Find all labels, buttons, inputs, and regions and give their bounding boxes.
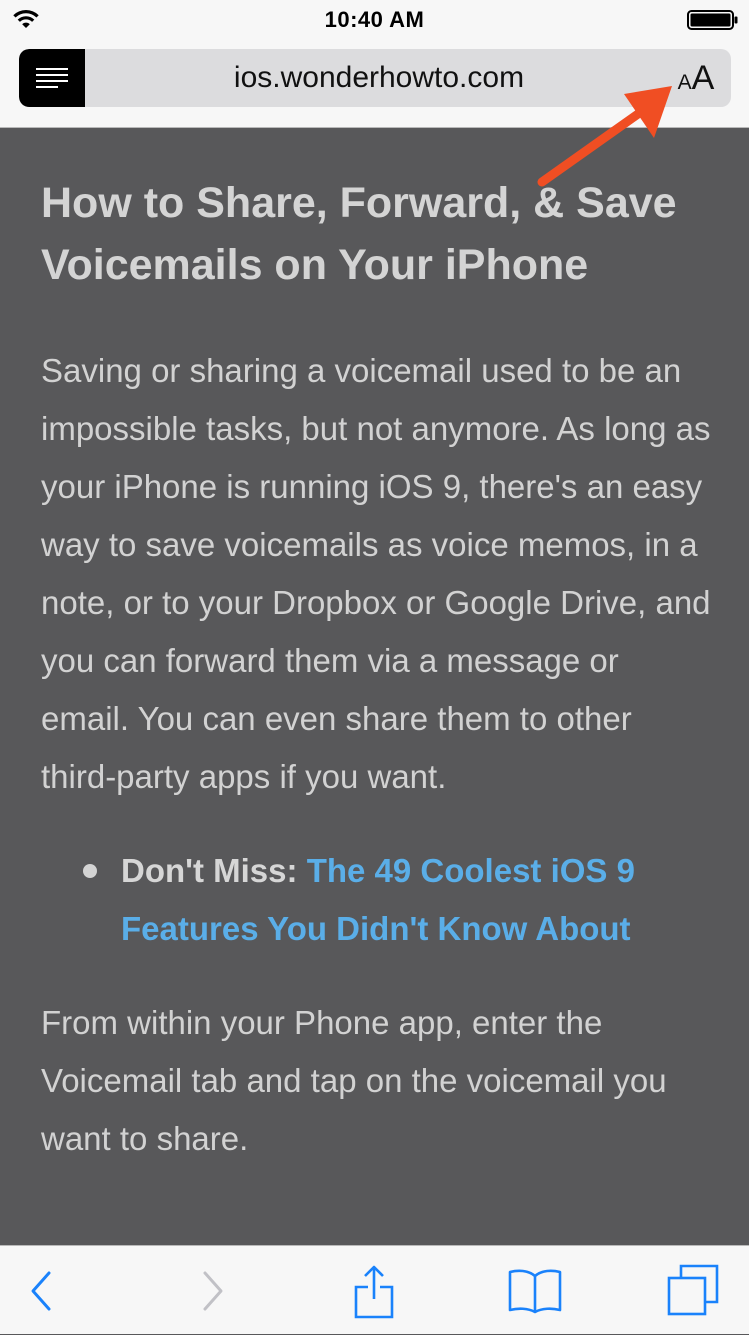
back-icon [31,1271,51,1310]
reader-view-button[interactable] [19,49,85,107]
bookmarks-icon [508,1269,562,1313]
text-size-large-a: A [691,59,715,97]
status-time: 10:40 AM [324,7,425,32]
bookmarks-button[interactable] [495,1246,575,1335]
bullet-dot [83,864,97,878]
annotation-arrow-icon [537,86,672,187]
article-paragraph: From within your Phone app, enter the Vo… [41,1004,667,1157]
forward-icon [203,1271,223,1310]
bullet-list: Don't Miss: The 49 Coolest iOS 9 Feature… [41,842,715,958]
tabs-icon [667,1264,719,1315]
back-button[interactable] [2,1246,82,1335]
forward-button[interactable] [172,1246,252,1335]
share-icon [354,1265,394,1318]
status-bar: 10:40 AM [0,0,749,40]
tabs-button[interactable] [654,1246,734,1335]
battery-icon [687,10,738,30]
dont-miss-label: Don't Miss: [121,852,298,889]
bottom-toolbar [0,1245,749,1334]
share-button[interactable] [334,1246,414,1335]
article-title: How to Share, Forward, & Save Voicemails… [41,179,677,289]
article-content: How to Share, Forward, & Save Voicemails… [41,128,715,1168]
reader-view-icon [36,68,68,88]
article-paragraph: Saving or sharing a voicemail used to be… [41,352,711,795]
dont-miss-item: Don't Miss: The 49 Coolest iOS 9 Feature… [83,842,715,958]
